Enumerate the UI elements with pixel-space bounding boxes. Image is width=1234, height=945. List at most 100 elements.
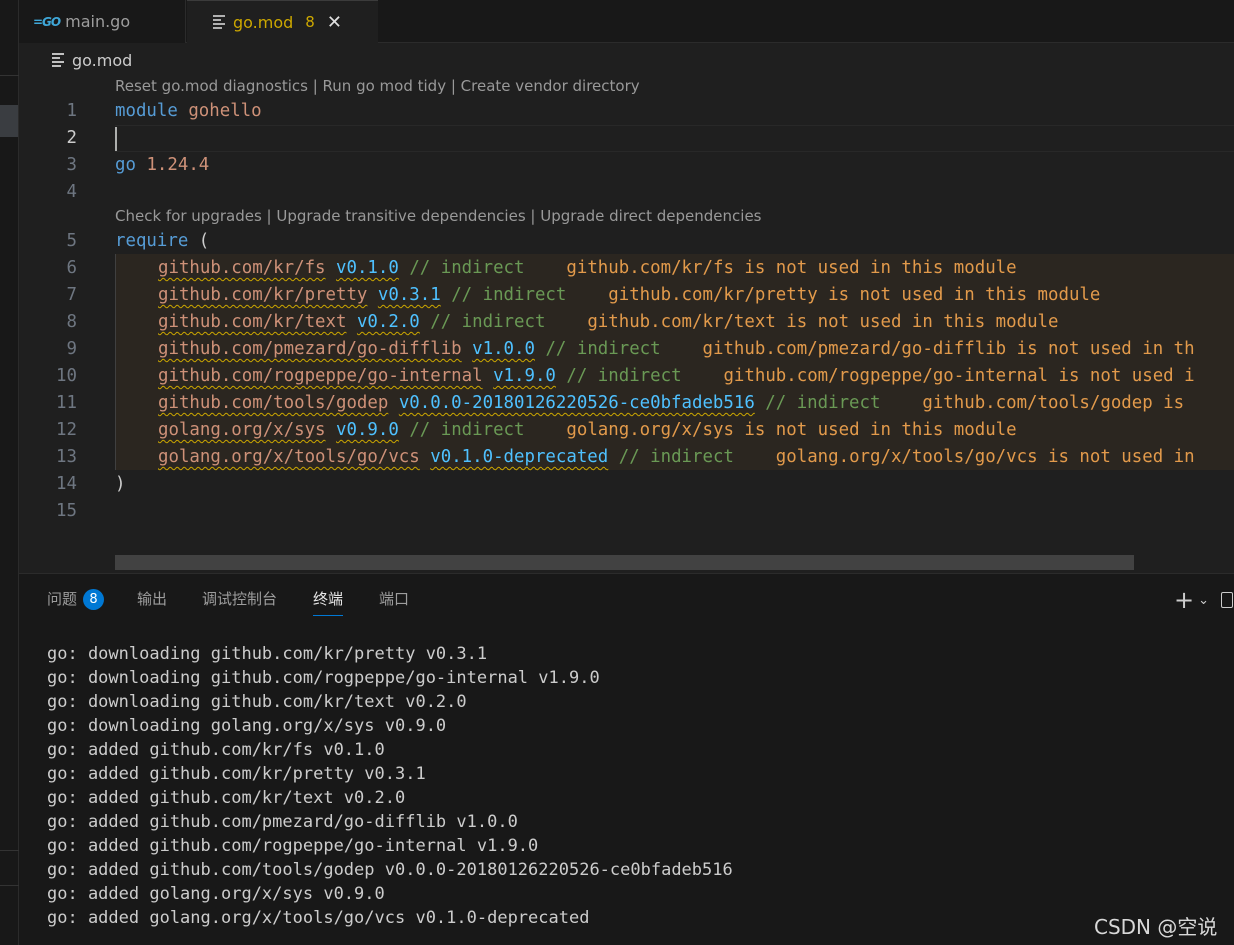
tab-problems[interactable]: 问题 8	[47, 588, 105, 610]
codelens-top[interactable]: Reset go.mod diagnostics | Run go mod ti…	[115, 77, 640, 99]
panel-tabs: 问题 8 输出 调试控制台 终端 端口 + ⌄	[19, 574, 1234, 624]
line-number: 3	[66, 155, 77, 175]
problems-count-badge: 8	[83, 589, 105, 610]
close-icon[interactable]: ✕	[327, 12, 342, 33]
keyword: require	[115, 231, 189, 251]
inline-diagnostic: github.com/tools/godep is	[922, 393, 1185, 413]
terminal-line: go: added github.com/kr/fs v0.1.0	[47, 740, 385, 760]
inline-diagnostic: golang.org/x/tools/go/vcs is not used in	[775, 447, 1195, 467]
require-line: github.com/kr/pretty v0.3.1 // indirect …	[158, 282, 1100, 309]
module-path[interactable]: github.com/pmezard/go-difflib	[158, 339, 462, 359]
tab-label: 调试控制台	[202, 590, 278, 608]
module-path[interactable]: golang.org/x/sys	[158, 420, 326, 440]
line-number: 1	[66, 101, 77, 121]
problem-count-badge: 8	[305, 13, 315, 31]
terminal-line: go: added golang.org/x/tools/go/vcs v0.1…	[47, 908, 590, 928]
panel-toolbar: + ⌄	[1174, 586, 1234, 614]
terminal-line: go: added golang.org/x/sys v0.9.0	[47, 884, 385, 904]
line-number: 10	[56, 366, 77, 386]
tab-label: 终端	[313, 590, 344, 608]
code-editor[interactable]: Reset go.mod diagnostics | Run go mod ti…	[19, 75, 1234, 573]
require-line: github.com/pmezard/go-difflib v1.0.0 // …	[158, 336, 1195, 363]
add-terminal-icon[interactable]: +	[1174, 586, 1194, 614]
terminal-line: go: downloading github.com/kr/text v0.2.…	[47, 692, 467, 712]
inline-diagnostic: golang.org/x/sys is not used in this mod…	[566, 420, 1017, 440]
module-path[interactable]: github.com/rogpeppe/go-internal	[158, 366, 483, 386]
terminal-line: go: downloading golang.org/x/sys v0.9.0	[47, 716, 447, 736]
horizontal-scrollbar[interactable]	[115, 555, 1134, 570]
line-number: 12	[56, 420, 77, 440]
module-path[interactable]: github.com/kr/fs	[158, 258, 326, 278]
line-number: 15	[56, 501, 77, 521]
inline-diagnostic: github.com/kr/fs is not used in this mod…	[566, 258, 1017, 278]
module-path[interactable]: golang.org/x/tools/go/vcs	[158, 447, 420, 467]
comment: // indirect	[545, 339, 661, 359]
activity-divider	[0, 75, 19, 76]
module-path[interactable]: github.com/kr/text	[158, 312, 346, 332]
chevron-down-icon[interactable]: ⌄	[1198, 593, 1209, 608]
module-name: gohello	[188, 101, 262, 121]
line-number: 11	[56, 393, 77, 413]
require-line: github.com/rogpeppe/go-internal v1.9.0 /…	[158, 363, 1195, 390]
code-line-require: require (	[115, 228, 209, 255]
activity-selected-item[interactable]	[0, 105, 18, 137]
terminal-line: go: added github.com/kr/pretty v0.3.1	[47, 764, 426, 784]
terminal-line: go: added github.com/tools/godep v0.0.0-…	[47, 860, 733, 880]
inline-diagnostic: github.com/kr/pretty is not used in this…	[608, 285, 1101, 305]
breadcrumb[interactable]: go.mod	[52, 49, 132, 71]
code-line-module: module gohello	[115, 98, 262, 125]
line-number: 2	[66, 128, 77, 148]
go-file-icon: =GO	[33, 14, 61, 29]
indent-guide	[115, 254, 116, 470]
tab-debug-console[interactable]: 调试控制台	[202, 588, 277, 609]
keyword: go	[115, 155, 136, 175]
require-line: github.com/kr/text v0.2.0 // indirect gi…	[158, 309, 1058, 336]
module-version[interactable]: v0.9.0	[336, 420, 399, 440]
module-path[interactable]: github.com/tools/godep	[158, 393, 388, 413]
tab-go-mod[interactable]: go.mod 8 ✕	[187, 0, 378, 43]
keyword: module	[115, 101, 178, 121]
terminal-output[interactable]: go: downloading github.com/kr/pretty v0.…	[47, 642, 733, 930]
line-number: 6	[66, 258, 77, 278]
terminal-line: go: downloading github.com/kr/pretty v0.…	[47, 644, 488, 664]
tab-output[interactable]: 输出	[137, 588, 167, 609]
tab-label: 输出	[137, 590, 168, 608]
module-path[interactable]: github.com/kr/pretty	[158, 285, 367, 305]
split-terminal-icon[interactable]	[1221, 592, 1234, 608]
code-line-close: )	[115, 471, 125, 498]
module-version[interactable]: v0.2.0	[357, 312, 420, 332]
code-line-go: go 1.24.4	[115, 152, 209, 179]
close-paren: )	[115, 474, 126, 494]
line-number: 7	[66, 285, 77, 305]
watermark: CSDN @空说	[1094, 915, 1218, 939]
editor-tab-bar: =GO main.go go.mod 8 ✕	[19, 0, 1234, 43]
tab-main-go[interactable]: =GO main.go	[19, 0, 186, 43]
lines-icon	[213, 13, 225, 32]
activity-divider	[0, 850, 19, 851]
terminal-line: go: added github.com/kr/text v0.2.0	[47, 788, 406, 808]
require-line: github.com/kr/fs v0.1.0 // indirect gith…	[158, 255, 1017, 282]
codelens-require[interactable]: Check for upgrades | Upgrade transitive …	[115, 207, 762, 229]
breadcrumb-file: go.mod	[72, 50, 133, 70]
module-version[interactable]: v1.9.0	[493, 366, 556, 386]
module-version[interactable]: v1.0.0	[472, 339, 535, 359]
tab-ports[interactable]: 端口	[379, 588, 409, 609]
module-version[interactable]: v0.0.0-20180126220526-ce0bfadeb516	[399, 393, 755, 413]
activity-bar	[0, 0, 19, 945]
line-number: 14	[56, 474, 77, 494]
comment: // indirect	[409, 258, 525, 278]
line-number: 4	[66, 182, 77, 202]
comment: // indirect	[618, 447, 734, 467]
bottom-panel: 问题 8 输出 调试控制台 终端 端口 + ⌄ go: downloading g…	[19, 573, 1234, 945]
require-line: golang.org/x/tools/go/vcs v0.1.0-depreca…	[158, 444, 1195, 471]
module-version[interactable]: v0.3.1	[378, 285, 441, 305]
current-line-highlight	[115, 125, 1234, 152]
line-number: 5	[66, 231, 77, 251]
module-version[interactable]: v0.1.0-deprecated	[430, 447, 608, 467]
module-version[interactable]: v0.1.0	[336, 258, 399, 278]
line-number: 8	[66, 312, 77, 332]
line-number: 13	[56, 447, 77, 467]
tab-label: 端口	[379, 590, 410, 608]
tab-terminal[interactable]: 终端	[313, 588, 344, 616]
terminal-line: go: added github.com/rogpeppe/go-interna…	[47, 836, 539, 856]
